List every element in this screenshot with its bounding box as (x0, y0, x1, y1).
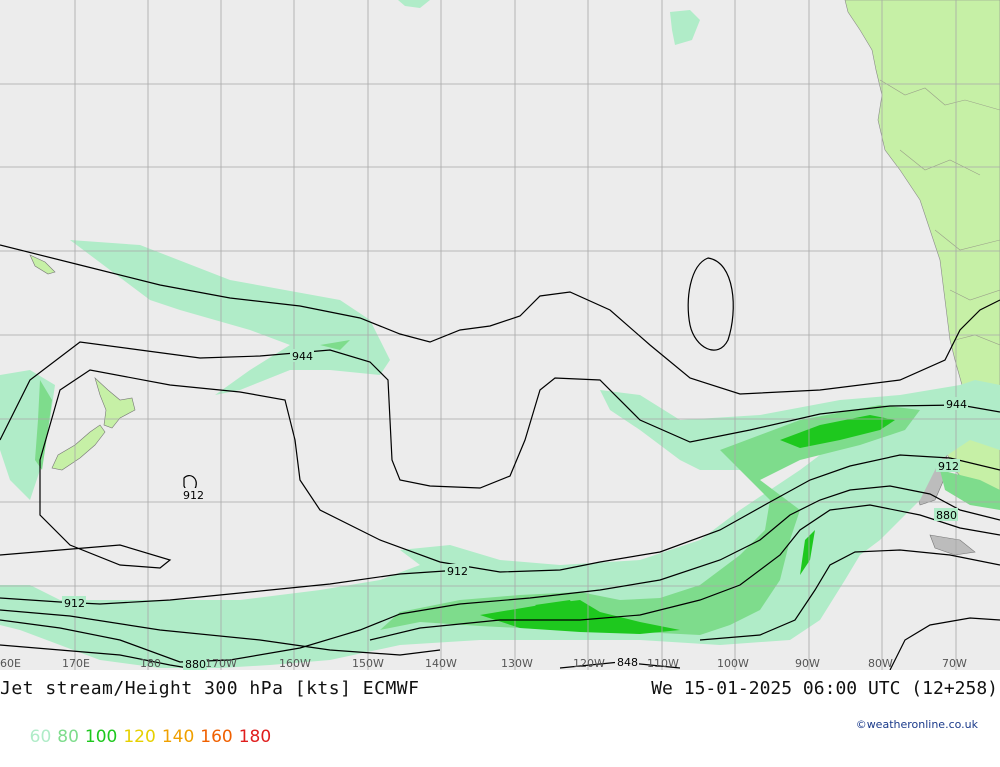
lon-label: 60E (0, 657, 21, 670)
lon-label: 70W (942, 657, 967, 670)
contour-label-912-closed: 912 (183, 489, 204, 502)
contour-label-944-west: 944 (292, 350, 313, 363)
lon-label: 90W (795, 657, 820, 670)
contour-label-912-east: 912 (938, 460, 959, 473)
forecast-datetime: We 15-01-2025 06:00 UTC (12+258) (651, 678, 998, 699)
legend-item: 140 (161, 727, 195, 747)
contour-label-880-east: 880 (936, 509, 957, 522)
map-panel: 944 944 912 912 912 912 880 880 848 60E … (0, 0, 1000, 670)
lon-label: 110W (647, 657, 679, 670)
contour-label-912-mid: 912 (447, 565, 468, 578)
legend-item: 80 (57, 727, 79, 747)
legend-item: 180 (238, 727, 272, 747)
lon-label: 100W (717, 657, 749, 670)
footer-bar: Jet stream/Height 300 hPa [kts] ECMWF We… (0, 670, 1000, 747)
contour-label-944-east: 944 (946, 398, 967, 411)
contour-label-912-west: 912 (64, 597, 85, 610)
legend-item: 120 (123, 727, 156, 747)
lon-label: 120W (573, 657, 605, 670)
lon-label: 80W (868, 657, 893, 670)
lon-label: 170W (205, 657, 237, 670)
contour-label-848: 848 (617, 656, 638, 669)
lon-label: 170E (62, 657, 90, 670)
map-title: Jet stream/Height 300 hPa [kts] ECMWF (0, 678, 420, 699)
map-svg: 944 944 912 912 912 912 880 880 848 60E … (0, 0, 1000, 670)
legend-item: 100 (84, 727, 118, 747)
lon-label: 180 (140, 657, 161, 670)
lon-label: 140W (425, 657, 457, 670)
legend-item: 160 (200, 727, 233, 747)
lon-label: 160W (279, 657, 311, 670)
lon-label: 150W (352, 657, 384, 670)
legend-item: 60 (29, 727, 52, 747)
contour-label-880-west: 880 (185, 658, 206, 670)
lon-label: 130W (501, 657, 533, 670)
wind-speed-legend: 60 80 100 120 140 160 180 (8, 707, 277, 767)
credit-link[interactable]: ©weatheronline.co.uk (856, 718, 978, 731)
